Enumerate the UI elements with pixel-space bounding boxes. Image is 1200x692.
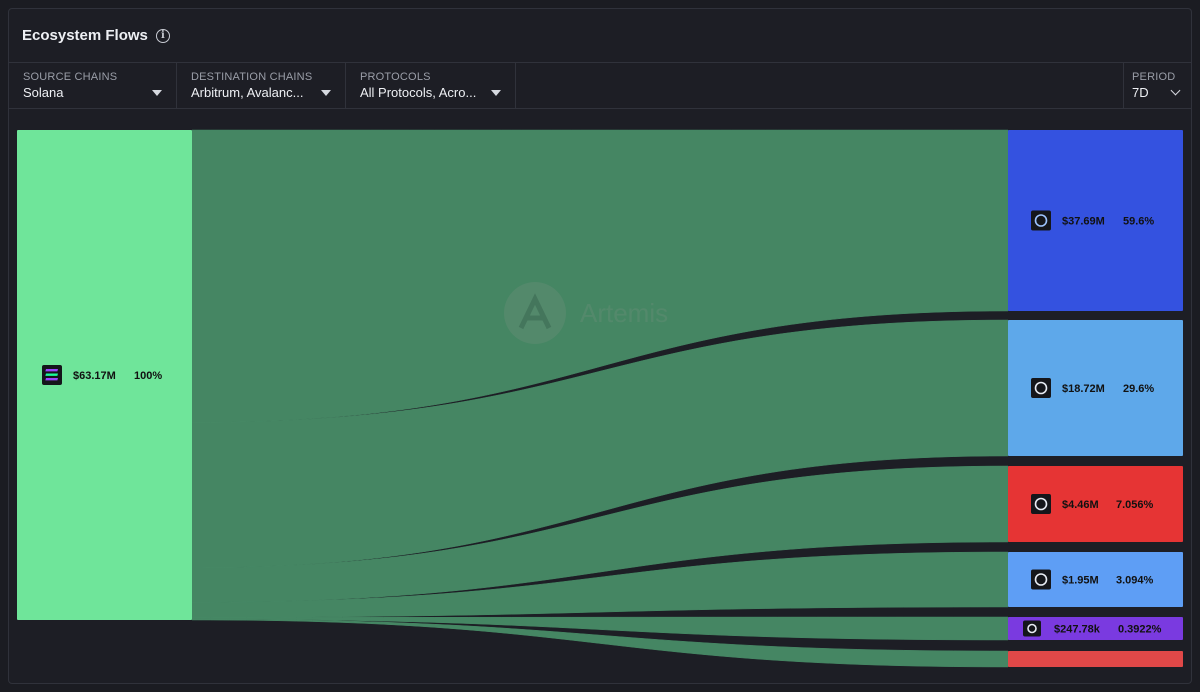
watermark-logo-icon bbox=[504, 282, 566, 344]
chain-icon-5 bbox=[1023, 620, 1041, 637]
watermark-text: Artemis bbox=[580, 298, 668, 328]
chain-icon-1 bbox=[1031, 210, 1051, 231]
target-pct-label: 3.094% bbox=[1116, 575, 1154, 587]
chain-icon-4 bbox=[1031, 569, 1051, 590]
sankey-chart: Artemis $63.17M 100% $37.69M 59.6% $18.72M 29… bbox=[17, 129, 1183, 668]
source-value-label: $63.17M bbox=[73, 370, 116, 382]
target-pct-label: 0.3922% bbox=[1118, 624, 1162, 636]
target-pct-label: 7.056% bbox=[1116, 499, 1154, 511]
source-pct-label: 100% bbox=[134, 370, 162, 382]
target-value-label: $37.69M bbox=[1062, 216, 1105, 228]
target-value-label: $1.95M bbox=[1062, 575, 1099, 587]
chain-icon-2 bbox=[1031, 378, 1051, 398]
target-value-label: $4.46M bbox=[1062, 499, 1099, 511]
target-node[interactable] bbox=[1008, 651, 1183, 667]
target-value-label: $247.78k bbox=[1054, 624, 1101, 636]
target-pct-label: 29.6% bbox=[1123, 383, 1154, 395]
solana-icon-bar bbox=[45, 373, 59, 376]
solana-icon-bar bbox=[45, 378, 59, 381]
flow-group bbox=[191, 129, 1009, 668]
chain-icon-3 bbox=[1031, 494, 1051, 514]
solana-icon-bar bbox=[45, 369, 59, 372]
target-value-label: $18.72M bbox=[1062, 383, 1105, 395]
target-pct-label: 59.6% bbox=[1123, 216, 1154, 228]
